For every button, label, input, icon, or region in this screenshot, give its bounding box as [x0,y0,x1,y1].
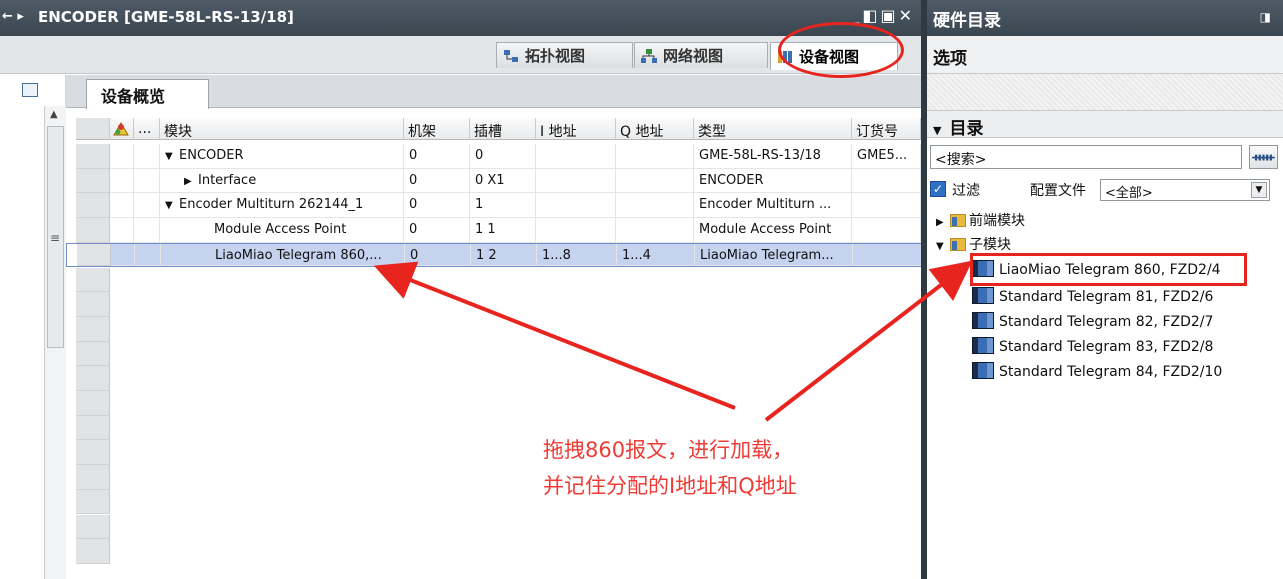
annotation-line-2: 并记住分配的I地址和Q地址 [543,474,797,498]
annotation-note: 拖拽860报文，进行加载， 并记住分配的I地址和Q地址 [543,432,903,504]
arrow-to-table-row [373,261,736,410]
annotation-line-1: 拖拽860报文，进行加载， [543,438,794,462]
arrow-to-catalog-item [764,260,973,422]
